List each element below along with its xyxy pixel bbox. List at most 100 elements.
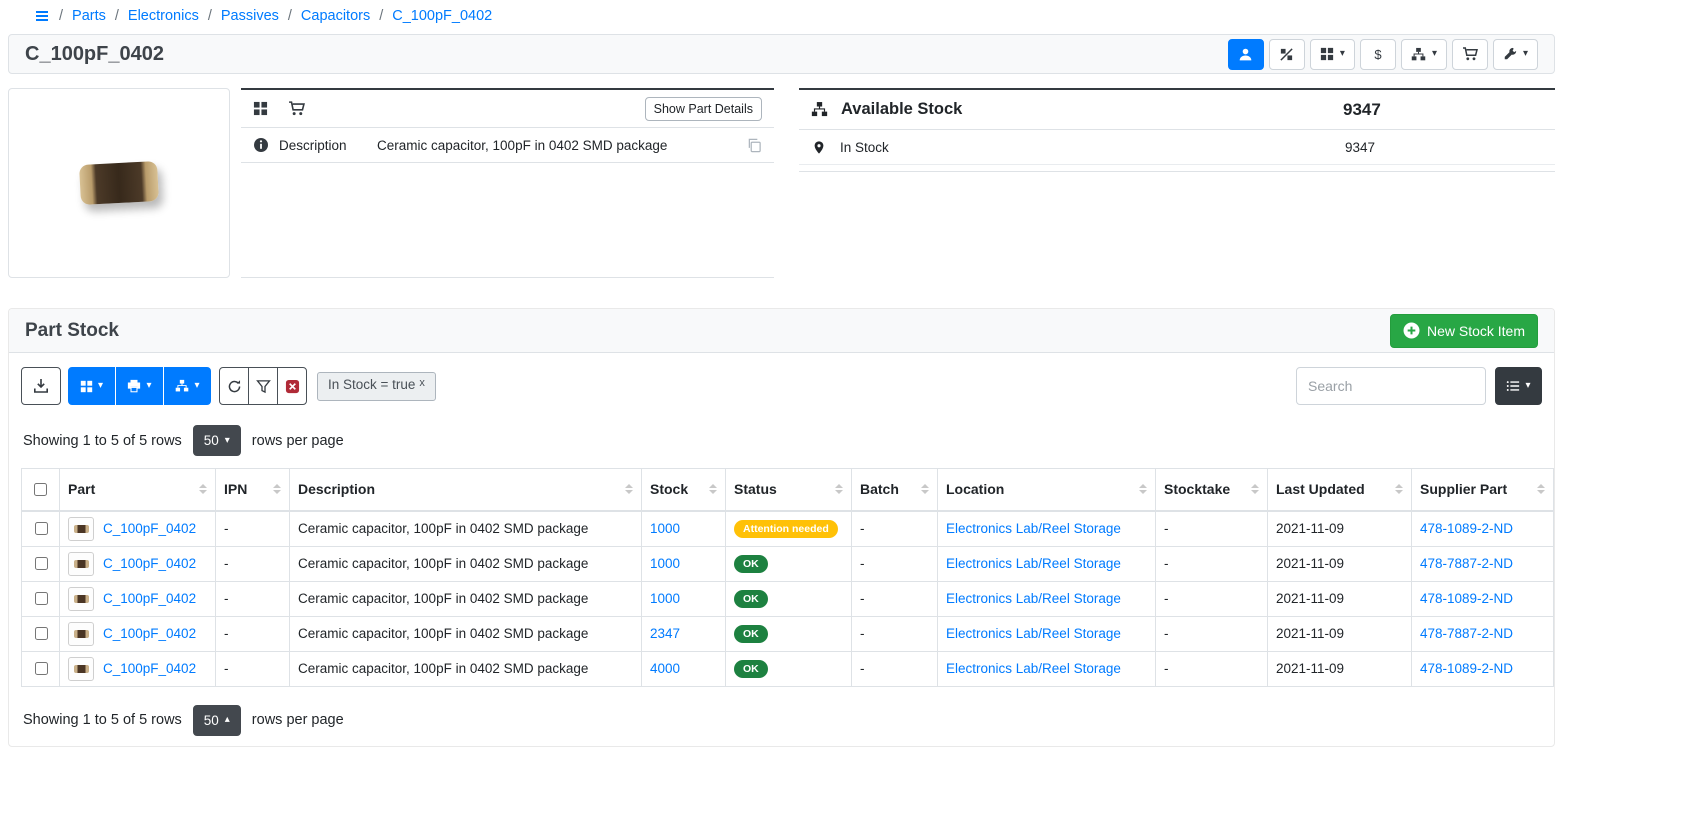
supplier-part-link[interactable]: 478-1089-2-ND: [1420, 521, 1513, 536]
row-checkbox[interactable]: [35, 627, 48, 640]
in-stock-row: In Stock 9347: [799, 130, 1555, 165]
subscribe-button[interactable]: [1228, 39, 1264, 70]
filter-chip-in-stock[interactable]: In Stock = true x: [317, 372, 436, 401]
status-badge: Attention needed: [734, 520, 838, 538]
grid-icon[interactable]: [253, 101, 268, 116]
page-size-dropdown[interactable]: 50 ▴: [193, 705, 241, 736]
column-header-select: [22, 469, 60, 511]
location-cell: Electronics Lab/Reel Storage: [938, 581, 1156, 616]
sort-icon[interactable]: [1245, 484, 1259, 494]
cart-icon: [1462, 46, 1478, 62]
stock-link[interactable]: 1000: [650, 591, 680, 606]
column-header-batch[interactable]: Batch: [852, 469, 938, 511]
part-thumbnail[interactable]: [68, 587, 94, 611]
part-thumbnail[interactable]: [68, 657, 94, 681]
barcode-unlink-button[interactable]: [1269, 39, 1305, 70]
part-stock-section: Part Stock New Stock Item ▾ ▾: [8, 308, 1555, 747]
search-input[interactable]: [1296, 367, 1486, 405]
export-button[interactable]: [21, 367, 61, 405]
part-thumbnail[interactable]: [68, 517, 94, 541]
qr-grid-icon: [80, 380, 93, 393]
order-button[interactable]: [1452, 39, 1488, 70]
row-checkbox[interactable]: [35, 522, 48, 535]
pricing-button[interactable]: $: [1360, 39, 1396, 70]
filter-button[interactable]: [248, 367, 278, 405]
description-row: Description Ceramic capacitor, 100pF in …: [241, 128, 774, 163]
cart-icon[interactable]: [288, 100, 305, 117]
new-stock-item-label: New Stock Item: [1427, 323, 1525, 339]
clear-filters-button[interactable]: [277, 367, 307, 405]
breadcrumb-link-current-part[interactable]: C_100pF_0402: [392, 8, 492, 24]
column-header-supplier-part[interactable]: Supplier Part: [1412, 469, 1554, 511]
sort-icon[interactable]: [703, 484, 717, 494]
location-link[interactable]: Electronics Lab/Reel Storage: [946, 591, 1121, 606]
row-checkbox[interactable]: [35, 592, 48, 605]
supplier-part-link[interactable]: 478-1089-2-ND: [1420, 661, 1513, 676]
part-thumbnail[interactable]: [68, 552, 94, 576]
clear-filter-icon: [285, 379, 300, 394]
stock-link[interactable]: 1000: [650, 521, 680, 536]
supplier-part-link[interactable]: 478-7887-2-ND: [1420, 626, 1513, 641]
supplier-part-link[interactable]: 478-7887-2-ND: [1420, 556, 1513, 571]
breadcrumb-link-parts[interactable]: Parts: [72, 8, 106, 24]
stock-actions-dropdown[interactable]: ▾: [1401, 39, 1447, 70]
location-link[interactable]: Electronics Lab/Reel Storage: [946, 626, 1121, 641]
refresh-button[interactable]: [219, 367, 249, 405]
sort-icon[interactable]: [1389, 484, 1403, 494]
part-details-panel: Show Part Details Description Ceramic ca…: [241, 88, 774, 278]
part-link[interactable]: C_100pF_0402: [103, 591, 196, 606]
stock-link[interactable]: 4000: [650, 661, 680, 676]
row-checkbox[interactable]: [35, 662, 48, 675]
column-header-part[interactable]: Part: [60, 469, 216, 511]
copy-button[interactable]: [747, 138, 762, 153]
location-link[interactable]: Electronics Lab/Reel Storage: [946, 556, 1121, 571]
select-all-checkbox[interactable]: [34, 483, 47, 496]
sort-icon[interactable]: [1133, 484, 1147, 494]
table-view-dropdown[interactable]: ▾: [1495, 367, 1542, 405]
column-label: Last Updated: [1276, 481, 1365, 497]
breadcrumb-link-capacitors[interactable]: Capacitors: [301, 8, 370, 24]
location-cell: Electronics Lab/Reel Storage: [938, 651, 1156, 686]
column-header-stocktake[interactable]: Stocktake: [1156, 469, 1268, 511]
breadcrumb-link-electronics[interactable]: Electronics: [128, 8, 199, 24]
part-stock-title: Part Stock: [25, 320, 119, 342]
qr-actions-dropdown[interactable]: ▾: [1310, 39, 1355, 70]
part-thumbnail[interactable]: [68, 622, 94, 646]
column-header-last-updated[interactable]: Last Updated: [1268, 469, 1412, 511]
part-link[interactable]: C_100pF_0402: [103, 661, 196, 676]
supplier-part-link[interactable]: 478-1089-2-ND: [1420, 591, 1513, 606]
location-link[interactable]: Electronics Lab/Reel Storage: [946, 661, 1121, 676]
stock-options-dropdown[interactable]: ▾: [164, 367, 211, 405]
part-link[interactable]: C_100pF_0402: [103, 521, 196, 536]
breadcrumb-link-passives[interactable]: Passives: [221, 8, 279, 24]
row-checkbox[interactable]: [35, 557, 48, 570]
column-header-ipn[interactable]: IPN: [216, 469, 290, 511]
location-link[interactable]: Electronics Lab/Reel Storage: [946, 521, 1121, 536]
column-header-status[interactable]: Status: [726, 469, 852, 511]
column-header-location[interactable]: Location: [938, 469, 1156, 511]
page-size-dropdown[interactable]: 50 ▾: [193, 425, 241, 456]
stock-table-footer: [799, 165, 1555, 172]
sort-icon[interactable]: [829, 484, 843, 494]
sort-icon[interactable]: [619, 484, 633, 494]
stock-link[interactable]: 2347: [650, 626, 680, 641]
sort-icon[interactable]: [1531, 484, 1545, 494]
barcode-options-dropdown[interactable]: ▾: [68, 367, 115, 405]
part-link[interactable]: C_100pF_0402: [103, 556, 196, 571]
print-options-dropdown[interactable]: ▾: [116, 367, 163, 405]
menu-icon[interactable]: [34, 8, 50, 24]
new-stock-item-button[interactable]: New Stock Item: [1390, 314, 1538, 348]
sort-icon[interactable]: [267, 484, 281, 494]
sort-icon[interactable]: [193, 484, 207, 494]
sort-icon[interactable]: [915, 484, 929, 494]
column-header-description[interactable]: Description: [290, 469, 642, 511]
stock-link[interactable]: 1000: [650, 556, 680, 571]
select-cell: [22, 651, 60, 686]
column-header-stock[interactable]: Stock: [642, 469, 726, 511]
remove-filter-icon[interactable]: x: [419, 377, 425, 390]
show-part-details-button[interactable]: Show Part Details: [645, 97, 762, 121]
part-image[interactable]: [8, 88, 230, 278]
part-link[interactable]: C_100pF_0402: [103, 626, 196, 641]
part-actions-dropdown[interactable]: ▾: [1493, 39, 1538, 70]
page-size-value: 50: [204, 713, 219, 728]
